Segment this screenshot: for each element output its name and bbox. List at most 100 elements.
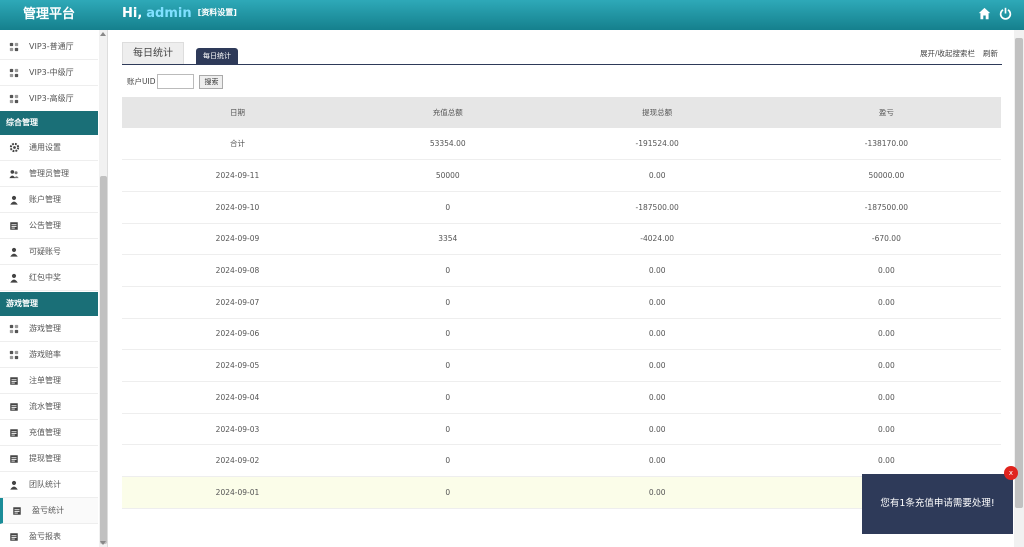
profile-settings-link[interactable]: [资料设置] <box>198 8 237 17</box>
sidebar-item-label: 通用设置 <box>29 143 61 152</box>
table-cell: 53354.00 <box>352 128 543 161</box>
sidebar-item[interactable]: 账户管理 <box>0 187 98 213</box>
toggle-search-link[interactable]: 展开/收起搜索栏 <box>920 49 975 58</box>
toast-close-button[interactable]: x <box>1004 466 1018 480</box>
power-icon[interactable] <box>999 7 1012 22</box>
table-cell: 50000.00 <box>771 159 1001 192</box>
table-row: 2024-09-11 50000 0.00 50000.00 <box>122 159 1001 192</box>
sidebar-item-label: 流水管理 <box>29 402 61 411</box>
table-cell: 合计 <box>122 128 353 161</box>
uid-input[interactable] <box>157 74 195 89</box>
table-cell: 0 <box>352 413 543 446</box>
sidebar-item-label: 注单管理 <box>29 376 61 385</box>
sidebar-item-label: 团队统计 <box>29 480 61 489</box>
sidebar-item[interactable]: 可疑账号 <box>0 239 98 265</box>
sidebar-item[interactable]: 公告管理 <box>0 213 98 239</box>
sidebar-item-label: 提现管理 <box>29 454 61 463</box>
sidebar-item[interactable]: 团队统计 <box>0 472 98 498</box>
grid-icon <box>8 41 20 53</box>
gear-icon <box>8 142 20 154</box>
sidebar-item[interactable]: 注单管理 <box>0 368 98 394</box>
sidebar-item[interactable]: 游戏管理 <box>0 316 98 342</box>
sidebar-scrollbar[interactable] <box>99 30 107 547</box>
table-cell: 0.00 <box>542 349 772 382</box>
sidebar-item[interactable]: VIP3-中级厅 <box>0 60 98 86</box>
table-cell: -187500.00 <box>542 191 772 224</box>
table-row: 2024-09-02 0 0.00 0.00 <box>122 444 1001 478</box>
table-row: 2024-09-07 0 0.00 0.00 <box>122 286 1001 319</box>
sidebar-item[interactable]: VIP3-高级厅 <box>0 86 98 112</box>
table-header-row: 日期 充值总额 提现总额 盈亏 <box>122 97 1001 128</box>
sidebar-item-label: VIP3-中级厅 <box>29 68 74 77</box>
table-cell: 0 <box>352 381 543 414</box>
table-row: 2024-09-09 3354 -4024.00 -670.00 <box>122 223 1001 256</box>
tab-daily-stats[interactable]: 每日统计 <box>122 42 184 64</box>
table-cell: 0 <box>352 191 543 224</box>
table-cell: 0.00 <box>542 159 772 192</box>
doc-icon <box>8 220 20 232</box>
column-header: 充值总额 <box>352 97 543 128</box>
user-icon <box>8 272 20 284</box>
sidebar-item-label: 游戏管理 <box>29 324 61 333</box>
column-header: 盈亏 <box>771 97 1001 128</box>
table-cell: -4024.00 <box>542 223 772 256</box>
doc-icon <box>11 505 23 517</box>
sidebar-item[interactable]: 充值管理 <box>0 420 98 446</box>
sidebar-item[interactable]: VIP3-普通厅 <box>0 34 98 60</box>
table-cell: 0.00 <box>542 381 772 414</box>
table-cell: -187500.00 <box>771 191 1001 224</box>
home-icon[interactable] <box>978 7 991 22</box>
sidebar-item[interactable]: 通用设置 <box>0 135 98 161</box>
sidebar-item[interactable]: 盈亏统计 <box>0 498 98 524</box>
grid-icon <box>8 93 20 105</box>
column-header: 日期 <box>122 97 353 128</box>
top-header: 管理平台 Hi, admin [资料设置] <box>0 0 1024 30</box>
scroll-down-arrow-icon[interactable] <box>100 541 106 545</box>
sidebar-item-label: 可疑账号 <box>29 247 61 256</box>
table-row: 2024-09-10 0 -187500.00 -187500.00 <box>122 191 1001 224</box>
table-cell: 0 <box>352 349 543 382</box>
table-cell: 0 <box>352 286 543 319</box>
doc-icon <box>8 375 20 387</box>
sidebar-scroll-thumb[interactable] <box>100 176 107 544</box>
table-cell: -191524.00 <box>542 128 772 161</box>
doc-icon <box>8 401 20 413</box>
doc-icon <box>8 531 20 543</box>
search-button[interactable]: 搜索 <box>199 74 224 89</box>
sidebar-item[interactable]: 游戏赔率 <box>0 342 98 368</box>
subtab-daily-stats[interactable]: 每日统计 <box>196 48 238 64</box>
table-cell: 3354 <box>352 223 543 256</box>
sidebar-item[interactable]: 盈亏报表 <box>0 524 98 547</box>
table-cell: 0.00 <box>542 286 772 319</box>
table-cell: 0.00 <box>542 318 772 351</box>
scroll-up-arrow-icon[interactable] <box>100 32 106 36</box>
stats-table: 日期 充值总额 提现总额 盈亏 合计 53354.00 -191524.00 -138170… <box>122 97 1001 509</box>
sidebar-section-header: 综合管理 <box>0 111 98 135</box>
refresh-link[interactable]: 刷新 <box>983 49 998 58</box>
table-cell: 2024-09-09 <box>122 223 353 256</box>
table-cell: -138170.00 <box>771 128 1001 161</box>
table-cell: 0.00 <box>771 286 1001 319</box>
main-scroll-thumb[interactable] <box>1015 38 1023 508</box>
notification-toast[interactable]: 您有1条充值申请需要处理! <box>862 474 1013 534</box>
users-icon <box>8 168 20 180</box>
table-cell: 0.00 <box>542 444 772 478</box>
sidebar-item[interactable]: 红包中奖 <box>0 265 98 291</box>
sidebar-item-label: 管理员管理 <box>29 169 69 178</box>
table-cell: 0.00 <box>771 349 1001 382</box>
user-icon <box>8 246 20 258</box>
toast-message: 您有1条充值申请需要处理! <box>880 498 995 509</box>
table-row: 2024-09-04 0 0.00 0.00 <box>122 381 1001 414</box>
table-cell: 0.00 <box>771 413 1001 446</box>
sidebar-item[interactable]: 提现管理 <box>0 446 98 472</box>
sidebar-item[interactable]: 流水管理 <box>0 394 98 420</box>
table-cell: 2024-09-11 <box>122 159 353 192</box>
table-cell: 0.00 <box>542 254 772 287</box>
sidebar-item-label: 游戏赔率 <box>29 350 61 359</box>
table-cell: 2024-09-10 <box>122 191 353 224</box>
table-cell: 2024-09-03 <box>122 413 353 446</box>
sidebar-item-label: VIP3-普通厅 <box>29 42 74 51</box>
table-cell: 0.00 <box>771 381 1001 414</box>
table-cell: 0 <box>352 444 543 478</box>
sidebar-item[interactable]: 管理员管理 <box>0 161 98 187</box>
